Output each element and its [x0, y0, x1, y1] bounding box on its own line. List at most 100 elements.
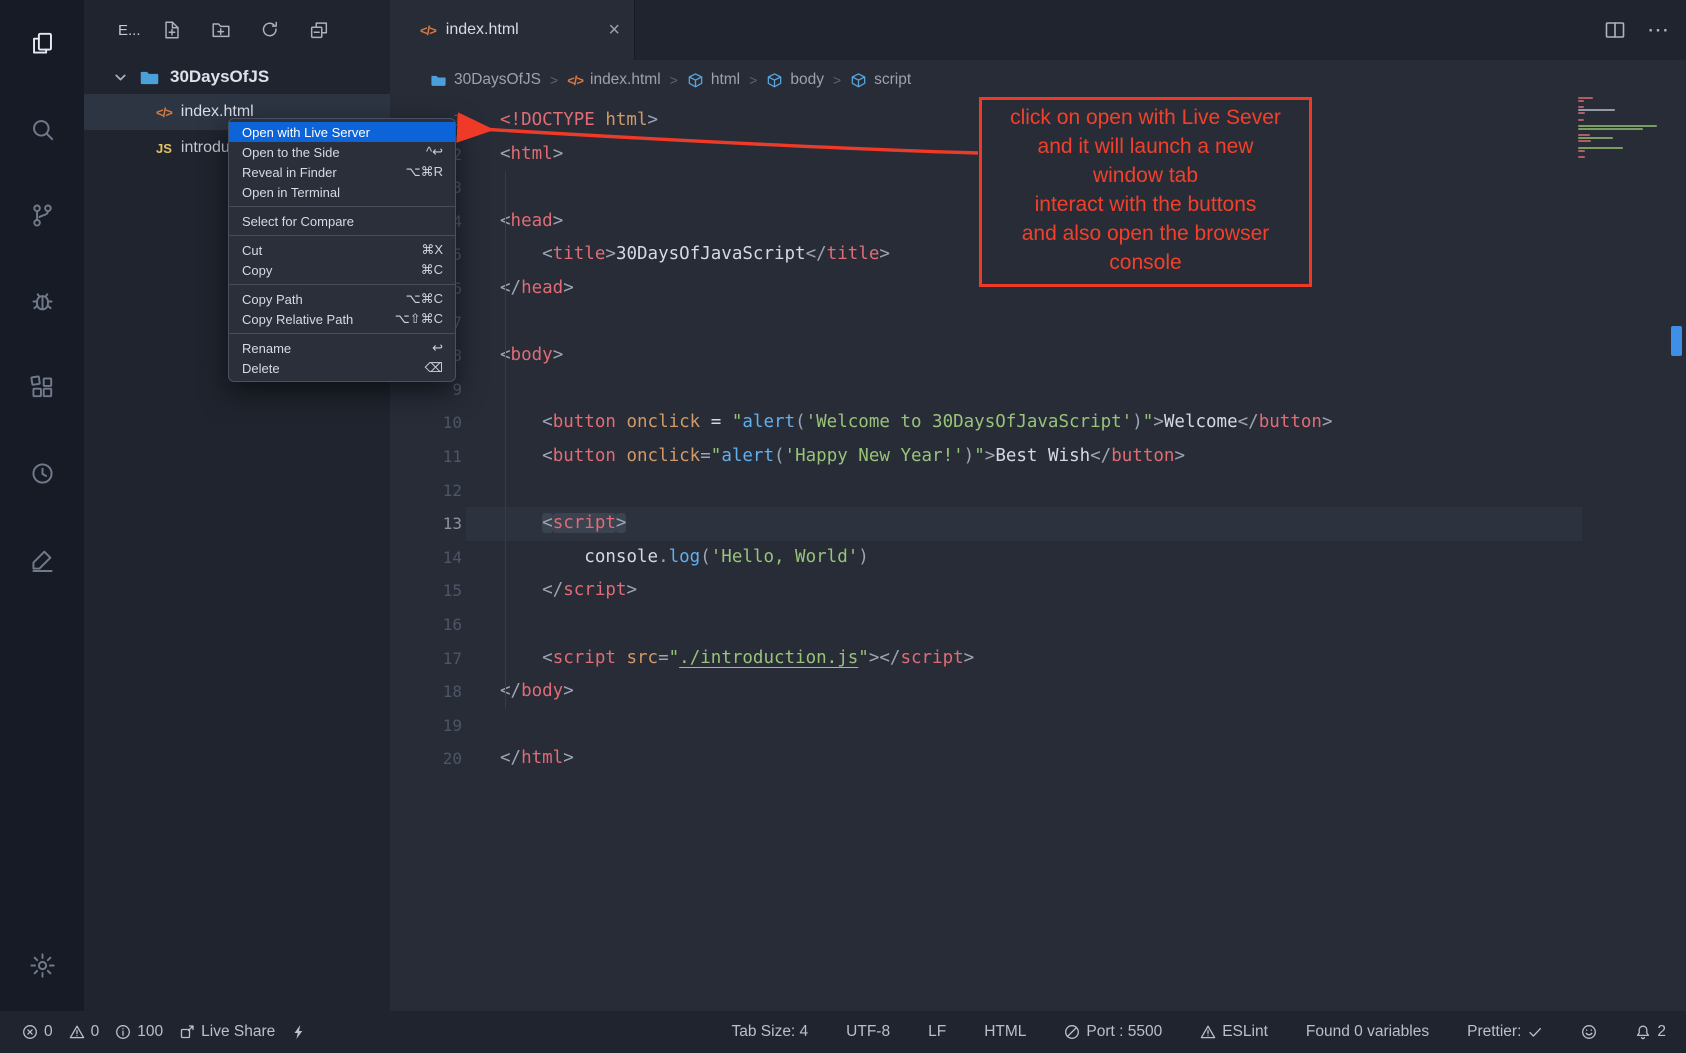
port-icon [1064, 1024, 1080, 1040]
folder-row-30daysofjs[interactable]: 30DaysOfJS [84, 60, 390, 94]
minimap[interactable] [1578, 97, 1670, 159]
menu-item-copy-path[interactable]: Copy Path⌥⌘C [229, 289, 455, 309]
annotation-line: console [982, 248, 1309, 277]
activity-source-control[interactable] [0, 172, 84, 258]
status-0[interactable]: 0 [22, 1023, 53, 1041]
html-file-icon: </> [420, 23, 436, 38]
line-number: 13 [390, 507, 462, 541]
code-line-10[interactable]: 10 <button onclick = "alert('Welcome to … [390, 406, 1686, 440]
collapse-all-icon[interactable] [308, 19, 330, 41]
tab-index-html[interactable]: </> index.html × [390, 0, 635, 60]
sidebar-actions [161, 19, 330, 41]
code-line-11[interactable]: 11 <button onclick="alert('Happy New Yea… [390, 440, 1686, 474]
refresh-icon[interactable] [259, 19, 281, 41]
status-label: ESLint [1222, 1023, 1268, 1041]
menu-item-cut[interactable]: Cut⌘X [229, 240, 455, 260]
activity-bar-top [0, 0, 84, 602]
status-utf-8[interactable]: UTF-8 [846, 1023, 890, 1041]
new-folder-icon[interactable] [210, 19, 232, 41]
symbol-icon [687, 72, 704, 89]
split-editor-icon[interactable] [1603, 18, 1627, 42]
indent-guide [505, 171, 506, 709]
annotation-line: click on open with Live Sever [982, 103, 1309, 132]
breadcrumb-html[interactable]: html [687, 71, 740, 89]
status-eslint[interactable]: ESLint [1200, 1023, 1268, 1041]
breadcrumb-index-html[interactable]: </>index.html [567, 71, 660, 89]
activity-extensions[interactable] [0, 344, 84, 430]
activity-bar [0, 0, 84, 1011]
status-live-share[interactable]: Live Share [179, 1023, 275, 1041]
menu-item-label: Open with Live Server [242, 125, 370, 140]
line-number: 20 [390, 742, 462, 776]
status-port-5500[interactable]: Port : 5500 [1064, 1023, 1162, 1041]
line-number: 19 [390, 709, 462, 743]
menu-item-copy[interactable]: Copy⌘C [229, 260, 455, 280]
status-found-0-variables[interactable]: Found 0 variables [1306, 1023, 1429, 1041]
code-line-7[interactable]: 7 [390, 306, 1686, 340]
live-share-icon [179, 1024, 195, 1040]
code-line-13[interactable]: 13 <script> [390, 507, 1686, 541]
code-line-16[interactable]: 16 [390, 608, 1686, 642]
status-100[interactable]: 100 [115, 1023, 163, 1041]
breadcrumb-label: body [790, 71, 824, 89]
code-line-12[interactable]: 12 [390, 474, 1686, 508]
status-prettier-[interactable]: Prettier: [1467, 1023, 1543, 1041]
menu-item-delete[interactable]: Delete⌫ [229, 358, 455, 378]
code-line-9[interactable]: 9 [390, 373, 1686, 407]
activity-explorer[interactable] [0, 0, 84, 86]
code-line-8[interactable]: 8<body> [390, 339, 1686, 373]
menu-item-select-for-compare[interactable]: Select for Compare [229, 211, 455, 231]
code-line-20[interactable]: 20</html> [390, 742, 1686, 776]
error-icon [22, 1024, 38, 1040]
breadcrumb-30DaysOfJS[interactable]: 30DaysOfJS [430, 71, 541, 89]
status-bolt[interactable] [291, 1024, 307, 1040]
smiley-icon [1581, 1024, 1597, 1040]
activity-history[interactable] [0, 430, 84, 516]
breadcrumb-separator: > [550, 72, 558, 88]
code-line-18[interactable]: 18</body> [390, 675, 1686, 709]
menu-item-label: Open in Terminal [242, 185, 340, 200]
settings-icon [28, 951, 57, 980]
new-file-icon[interactable] [161, 19, 183, 41]
status-lf[interactable]: LF [928, 1023, 946, 1041]
scrollbar-marker[interactable] [1671, 326, 1682, 356]
code-line-19[interactable]: 19 [390, 709, 1686, 743]
code-line-14[interactable]: 14 console.log('Hello, World') [390, 541, 1686, 575]
sidebar-header: E... [84, 0, 390, 60]
activity-run-debug[interactable] [0, 258, 84, 344]
close-icon[interactable]: × [608, 20, 620, 40]
status-label: Live Share [201, 1023, 275, 1041]
file-js-icon: JS [156, 141, 172, 156]
status-label: Found 0 variables [1306, 1023, 1429, 1041]
menu-item-rename[interactable]: Rename↩ [229, 338, 455, 358]
status-label: UTF-8 [846, 1023, 890, 1041]
menu-item-copy-relative-path[interactable]: Copy Relative Path⌥⇧⌘C [229, 309, 455, 329]
annotation-line: and it will launch a new [982, 132, 1309, 161]
menu-item-open-in-terminal[interactable]: Open in Terminal [229, 182, 455, 202]
menu-separator [229, 206, 455, 207]
activity-review[interactable] [0, 516, 84, 602]
menu-item-open-with-live-server[interactable]: Open with Live Server [229, 122, 455, 142]
status-smiley[interactable] [1581, 1024, 1597, 1040]
status-0[interactable]: 0 [69, 1023, 100, 1041]
status-label: Prettier: [1467, 1023, 1521, 1041]
code-line-17[interactable]: 17 <script src="./introduction.js"></scr… [390, 642, 1686, 676]
activity-settings[interactable] [0, 937, 84, 993]
status-2[interactable]: 2 [1635, 1023, 1666, 1041]
menu-item-shortcut: ⌫ [425, 360, 443, 376]
status-tab-size-4[interactable]: Tab Size: 4 [731, 1023, 808, 1041]
symbol-icon [850, 72, 867, 89]
warning-icon [69, 1024, 85, 1040]
status-label: 100 [137, 1023, 163, 1041]
root-folder-label: 30DaysOfJS [170, 67, 269, 87]
status-label: 0 [91, 1023, 100, 1041]
run-debug-icon [28, 287, 57, 316]
menu-item-open-to-the-side[interactable]: Open to the Side^↩ [229, 142, 455, 162]
code-line-15[interactable]: 15 </script> [390, 574, 1686, 608]
breadcrumb-body[interactable]: body [766, 71, 824, 89]
menu-item-reveal-in-finder[interactable]: Reveal in Finder⌥⌘R [229, 162, 455, 182]
more-actions-icon[interactable]: ⋯ [1647, 17, 1670, 43]
breadcrumb-script[interactable]: script [850, 71, 911, 89]
activity-search[interactable] [0, 86, 84, 172]
status-html[interactable]: HTML [984, 1023, 1026, 1041]
